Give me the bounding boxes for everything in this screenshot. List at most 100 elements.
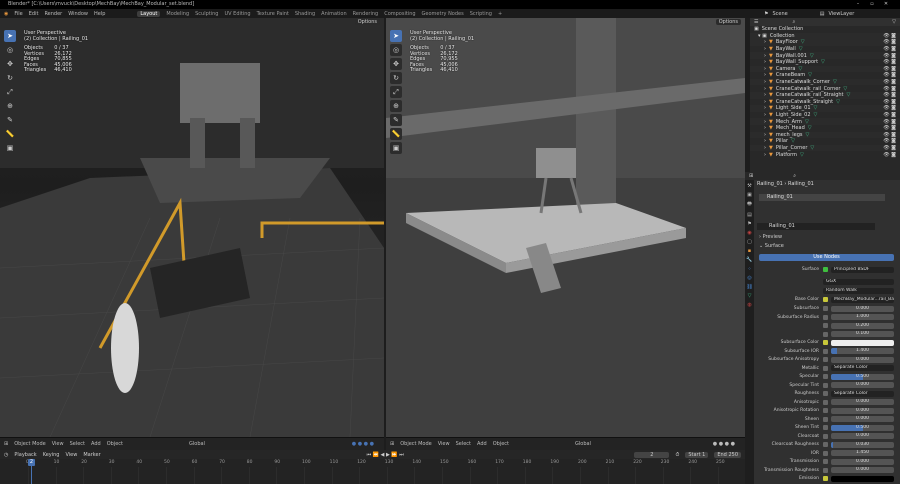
outliner-item[interactable]: › ▼ Platform ▽ 👁 ◙ (750, 151, 900, 158)
expand-icon[interactable]: › (764, 46, 766, 52)
annotate-tool-icon[interactable]: ✎ (4, 114, 16, 126)
material-tab-icon[interactable]: ◍ (747, 302, 751, 308)
stopwatch-icon[interactable]: ⏱ (675, 452, 679, 458)
socket-icon[interactable] (823, 382, 828, 388)
outliner-item[interactable]: › ▼ mech_legs ▽ 👁 ◙ (750, 131, 900, 139)
scale-tool-icon[interactable]: ⤢ (390, 86, 402, 98)
expand-icon[interactable]: › (764, 125, 766, 131)
data-tab-icon[interactable]: ▽ (748, 293, 752, 299)
value-slider[interactable]: 0.000 (831, 407, 894, 414)
search-icon[interactable]: ⌕ (793, 173, 796, 179)
socket-icon[interactable] (823, 331, 828, 337)
cursor-tool-icon[interactable]: ◎ (390, 44, 402, 56)
value-slider[interactable]: 0.000 (831, 305, 894, 312)
socket-icon[interactable] (823, 408, 828, 413)
menu-add[interactable]: Add (91, 441, 101, 447)
outliner-item[interactable]: › ▼ CraneCatwalk_rail_Corner ▽ 👁 ◙ (750, 85, 900, 92)
orientation-dropdown[interactable]: Global (575, 441, 591, 447)
workspace-tab[interactable]: Modeling (166, 11, 189, 17)
value-slider[interactable]: 0.000 (831, 399, 894, 405)
socket-icon[interactable] (823, 442, 828, 447)
menu-playback[interactable]: Playback (14, 452, 36, 458)
menu-keying[interactable]: Keying (43, 452, 60, 458)
visibility-icon[interactable]: 👁 ◙ (883, 99, 896, 105)
preview-panel[interactable]: › Preview (759, 234, 782, 240)
outliner-item[interactable]: › ▼ Mech_Head ▽ 👁 ◙ (750, 125, 900, 132)
material-slot-list[interactable]: Railing_01 (759, 194, 885, 201)
workspace-tab[interactable]: Layout (137, 10, 161, 17)
outliner-item[interactable]: › ▼ Pillar_Corner ▽ 👁 ◙ (750, 144, 900, 152)
render-tab-icon[interactable]: ▣ (747, 192, 752, 198)
visibility-icon[interactable]: 👁 ◙ (883, 138, 896, 144)
visibility-icon[interactable]: 👁 ◙ (883, 72, 896, 78)
value-slider[interactable]: 0.500 (831, 373, 894, 380)
visibility-icon[interactable]: 👁 ◙ (883, 152, 896, 158)
timeline-area[interactable]: 0102030405060708090100110120130140150160… (0, 459, 745, 484)
menu-edit[interactable]: Edit (29, 11, 39, 17)
expand-icon[interactable]: › (764, 152, 766, 158)
value-slider[interactable]: 0.100 (831, 331, 894, 337)
visibility-icon[interactable]: 👁 ◙ (883, 33, 896, 39)
rotate-tool-icon[interactable]: ↻ (390, 72, 402, 84)
value-slider[interactable]: 0.500 (831, 424, 894, 431)
end-frame-field[interactable]: End 250 (714, 451, 741, 458)
current-frame-field[interactable]: 2 (634, 451, 670, 458)
outliner-item[interactable]: › ▼ BayWall ▽ 👁 ◙ (750, 46, 900, 53)
orientation-dropdown[interactable]: Global (189, 441, 205, 447)
value-slider[interactable]: 1.000 (831, 314, 894, 320)
socket-icon[interactable] (823, 467, 828, 473)
minimize-button[interactable]: – (852, 0, 864, 9)
mode-dropdown[interactable]: Object Mode (14, 441, 46, 447)
close-button[interactable]: ✕ (880, 0, 892, 9)
particles-tab-icon[interactable]: ⁘ (747, 266, 751, 272)
outliner-item[interactable]: › ▼ Camera ▽ 👁 ◙ (750, 65, 900, 73)
outliner-item[interactable]: › ▼ CraneCatwalk_Straight ▽ 👁 ◙ (750, 99, 900, 106)
physics-tab-icon[interactable]: ◎ (747, 275, 751, 281)
scene-selector[interactable]: Scene (772, 11, 787, 17)
view-layer-tab-icon[interactable]: ▤ (747, 212, 752, 218)
visibility-icon[interactable]: 👁 ◙ (883, 92, 896, 98)
value-slider[interactable]: 0.000 (831, 433, 894, 439)
color-swatch[interactable] (831, 475, 894, 482)
workspace-tab[interactable]: Compositing (384, 11, 415, 17)
socket-icon[interactable] (823, 459, 828, 464)
socket-icon[interactable] (823, 323, 828, 328)
workspace-tab[interactable]: + (498, 11, 502, 17)
value-slider[interactable]: 0.000 (831, 458, 894, 465)
move-tool-icon[interactable]: ✥ (390, 58, 402, 70)
scene-tab-icon[interactable]: ⚑ (747, 221, 751, 227)
material-selector[interactable]: Railing_01 (757, 223, 875, 230)
measure-tool-icon[interactable]: 📏 (390, 128, 402, 140)
visibility-icon[interactable]: 👁 ◙ (883, 105, 896, 111)
menu-render[interactable]: Render (44, 11, 62, 17)
workspace-tab[interactable]: Geometry Nodes (422, 11, 464, 17)
socket-icon[interactable] (823, 306, 828, 311)
workspace-tab[interactable]: Texture Paint (257, 11, 289, 17)
outliner-item[interactable]: › ▼ Pillar ▽ 👁 ◙ (750, 138, 900, 145)
menu-help[interactable]: Help (94, 11, 105, 17)
expand-icon[interactable]: › (764, 92, 766, 98)
outliner-item[interactable]: › ▼ CraneCatwalk_Corner ▽ 👁 ◙ (750, 78, 900, 86)
collection-tab-icon[interactable]: ▢ (747, 239, 752, 245)
color-swatch[interactable] (831, 339, 894, 346)
value-slider[interactable]: 0.200 (831, 322, 894, 329)
socket-icon[interactable] (823, 314, 828, 320)
add-cube-tool-icon[interactable]: ▣ (4, 142, 16, 154)
menu-view[interactable]: View (438, 441, 450, 447)
socket-icon[interactable] (823, 450, 828, 456)
surface-panel[interactable]: ⌄ Surface (759, 243, 784, 249)
socket-icon[interactable] (823, 348, 828, 354)
outliner-scene-collection[interactable]: ▣ Scene Collection (750, 26, 900, 33)
display-mode-icon[interactable]: ☰ (754, 19, 758, 25)
playhead[interactable]: 2 (28, 459, 35, 466)
use-nodes-button[interactable]: Use Nodes (759, 254, 894, 261)
visibility-icon[interactable]: 👁 ◙ (883, 46, 896, 52)
visibility-icon[interactable]: 👁 ◙ (883, 145, 896, 151)
value-slider[interactable]: 1.400 (831, 348, 894, 354)
workspace-tab[interactable]: Sculpting (195, 11, 218, 17)
filter-icon[interactable]: ▽ (892, 19, 896, 25)
distribution-dropdown[interactable]: GGX (823, 278, 894, 285)
editor-type-icon[interactable]: ⊞ (749, 173, 753, 179)
menu-view[interactable]: View (65, 452, 77, 458)
visibility-icon[interactable]: 👁 ◙ (883, 125, 896, 131)
